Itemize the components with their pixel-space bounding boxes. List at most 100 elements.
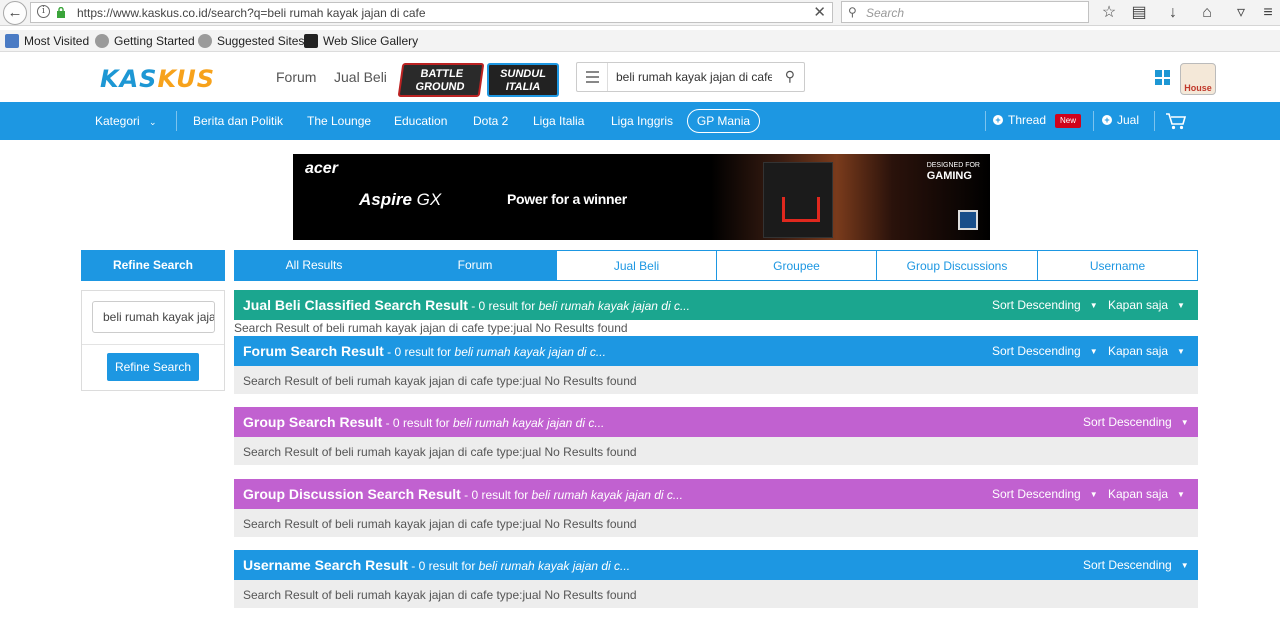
hamburger-icon[interactable] (586, 71, 599, 83)
jualbeli-result-header: Jual Beli Classified Search Result - 0 r… (234, 290, 1198, 320)
globe-icon (198, 34, 212, 48)
star-icon[interactable]: ☆ (1098, 2, 1120, 24)
jualbeli-no-results: Search Result of beli rumah kayak jajan … (234, 321, 628, 335)
menu-icon[interactable]: ≡ (1257, 2, 1279, 24)
create-jual-button[interactable]: + Jual (1102, 113, 1139, 127)
sort-dropdown[interactable]: Sort Descending ▼ (992, 487, 1098, 501)
tab-groupee[interactable]: Groupee (716, 250, 877, 281)
browser-search-placeholder: Search (866, 6, 905, 20)
sort-label: Sort Descending (992, 487, 1081, 501)
sort-dropdown[interactable]: Sort Descending ▼ (992, 298, 1098, 312)
tab-username[interactable]: Username (1037, 250, 1198, 281)
forum-result-body: Search Result of beli rumah kayak jajan … (234, 366, 1198, 394)
time-dropdown[interactable]: Kapan saja ▼ (1108, 344, 1185, 358)
banner-model: Aspire GX (359, 190, 441, 210)
result-query: beli rumah kayak jajan di c... (478, 559, 631, 573)
nav-liga-italia[interactable]: Liga Italia (533, 114, 584, 128)
refine-search-panel: beli rumah kayak jajan di cafe Refine Se… (81, 290, 225, 391)
time-label: Kapan saja (1108, 344, 1169, 358)
url-bar[interactable]: i https://www.kaskus.co.id/search?q=beli… (30, 2, 833, 23)
search-query[interactable]: beli rumah kayak jajan di cafe (616, 70, 772, 84)
jual-beli-link[interactable]: Jual Beli (334, 69, 387, 85)
nav-the-lounge[interactable]: The Lounge (307, 114, 371, 128)
time-dropdown[interactable]: Kapan saja ▼ (1108, 298, 1185, 312)
search-icon: ⚲ (848, 5, 857, 19)
nav-dota-2[interactable]: Dota 2 (473, 114, 508, 128)
group-result-body: Search Result of beli rumah kayak jajan … (234, 437, 1198, 465)
tab-jual-beli[interactable]: Jual Beli (556, 250, 717, 281)
sort-dropdown[interactable]: Sort Descending ▼ (992, 344, 1098, 358)
time-dropdown[interactable]: Kapan saja ▼ (1108, 487, 1185, 501)
nav-berita-dan-politik[interactable]: Berita dan Politik (193, 114, 283, 128)
forum-link[interactable]: Forum (276, 69, 316, 85)
result-query: beli rumah kayak jajan di c... (454, 345, 606, 359)
bookmark-web-slice-gallery[interactable]: Web Slice Gallery (304, 34, 418, 48)
result-title-text: Username Search Result (243, 557, 408, 573)
nav-gp-mania[interactable]: GP Mania (687, 109, 760, 133)
username-result-body: Search Result of beli rumah kayak jajan … (234, 580, 1198, 608)
kaskus-logo[interactable]: KASKUS (100, 65, 215, 93)
result-query: beli rumah kayak jajan di c... (452, 416, 605, 430)
new-badge: New (1055, 114, 1081, 128)
browser-search-input[interactable]: ⚲ Search (841, 1, 1089, 23)
bookmark-label: Web Slice Gallery (323, 34, 419, 48)
discussion-result-header: Group Discussion Search Result - 0 resul… (234, 479, 1198, 509)
battleground-promo[interactable]: BATTLE GROUND (397, 63, 485, 97)
result-count: - 0 result for beli rumah kayak jajan di… (384, 345, 606, 359)
divider (1093, 111, 1094, 131)
close-icon[interactable]: ✕ (813, 3, 826, 21)
site-info-icon[interactable]: i (37, 5, 50, 18)
banner-model-rest: GX (411, 190, 442, 209)
plus-icon: + (1102, 115, 1112, 125)
kategori-label: Kategori (95, 114, 140, 128)
download-icon[interactable]: ↓ (1162, 2, 1184, 24)
back-arrow-icon[interactable]: ← (3, 1, 27, 25)
bookmark-icon (5, 34, 19, 48)
create-thread-button[interactable]: + Thread (993, 113, 1046, 127)
avatar[interactable]: House (1180, 63, 1216, 95)
sundul-italia-promo[interactable]: SUNDUL ITALIA (487, 63, 559, 97)
kategori-dropdown[interactable]: Kategori ⌄ (95, 114, 157, 128)
bookmark-getting-started[interactable]: Getting Started (95, 34, 195, 48)
category-nav: Kategori ⌄ Berita dan Politik The Lounge… (0, 102, 1280, 140)
browser-toolbar: ← i https://www.kaskus.co.id/search?q=be… (0, 0, 1280, 26)
result-query: beli rumah kayak jajan di c... (538, 299, 690, 313)
divider (607, 63, 608, 91)
bookmark-suggested-sites[interactable]: Suggested Sites (198, 34, 304, 48)
jual-label: Jual (1117, 113, 1140, 127)
divider (176, 111, 177, 131)
nav-education[interactable]: Education (394, 114, 447, 128)
sort-dropdown[interactable]: Sort Descending ▼ (1083, 415, 1189, 429)
sort-dropdown[interactable]: Sort Descending ▼ (1083, 558, 1189, 572)
sort-label: Sort Descending (992, 298, 1081, 312)
apps-grid-icon[interactable] (1155, 70, 1170, 85)
result-count: - 0 result for beli rumah kayak jajan di… (461, 488, 683, 502)
result-title-text: Group Search Result (243, 414, 383, 430)
nav-liga-inggris[interactable]: Liga Inggris (611, 114, 673, 128)
home-icon[interactable]: ⌂ (1196, 2, 1218, 24)
acer-banner-ad[interactable]: acer Aspire GX Power for a winner DESIGN… (293, 154, 990, 240)
caret-down-icon: ▼ (1089, 301, 1098, 310)
search-icon[interactable]: ⚲ (785, 68, 795, 85)
refine-search-input[interactable]: beli rumah kayak jajan di cafe (92, 301, 215, 333)
web-slice-icon (304, 34, 318, 48)
refine-search-button[interactable]: Refine Search (107, 353, 199, 381)
result-query: beli rumah kayak jajan di c... (531, 488, 683, 502)
cart-icon[interactable] (1165, 112, 1187, 130)
tab-all-results[interactable]: All Results (234, 250, 394, 281)
tab-forum[interactable]: Forum (394, 250, 556, 281)
time-label: Kapan saja (1108, 487, 1169, 501)
result-count-text: - 0 result for (467, 299, 539, 313)
result-count: - 0 result for beli rumah kayak jajan di… (408, 559, 630, 573)
pocket-icon[interactable]: ▿ (1230, 2, 1252, 24)
result-count-text: - 0 result for (383, 345, 455, 359)
lock-icon (57, 7, 65, 18)
divider (985, 111, 986, 131)
site-search-input[interactable]: beli rumah kayak jajan di cafe ⚲ (576, 62, 805, 92)
reading-list-icon[interactable]: ▤ (1128, 2, 1150, 24)
bookmark-most-visited[interactable]: Most Visited (5, 34, 89, 48)
tab-group-discussions[interactable]: Group Discussions (876, 250, 1038, 281)
result-title-text: Group Discussion Search Result (243, 486, 461, 502)
result-title-text: Forum Search Result (243, 343, 384, 359)
bookmarks-bar: Most Visited Getting Started Suggested S… (0, 30, 1280, 52)
